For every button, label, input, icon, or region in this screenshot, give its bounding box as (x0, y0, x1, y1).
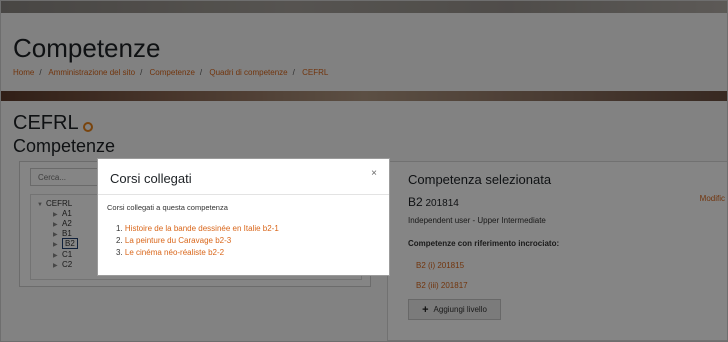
course-link[interactable]: Le cinéma néo-réaliste b2-2 (125, 248, 224, 257)
close-icon[interactable]: × (371, 168, 377, 179)
list-item: 2. La peinture du Caravage b2-3 (116, 235, 279, 247)
list-number: 3. (116, 248, 123, 257)
list-item: 1. Histoire de la bande dessinée en Ital… (116, 223, 279, 235)
course-link[interactable]: La peinture du Caravage b2-3 (125, 236, 231, 245)
list-item: 3. Le cinéma néo-réaliste b2-2 (116, 247, 279, 259)
list-number: 1. (116, 224, 123, 233)
page-frame: Competenze Home / Amministrazione del sit… (0, 0, 728, 342)
dialog-body-text: Corsi collegati a questa competenza (107, 203, 228, 212)
course-list: 1. Histoire de la bande dessinée en Ital… (116, 223, 279, 259)
dialog-title: Corsi collegati (110, 171, 192, 186)
linked-courses-dialog: Corsi collegati × Corsi collegati a ques… (97, 158, 390, 276)
list-number: 2. (116, 236, 123, 245)
dialog-header: Corsi collegati × (98, 159, 389, 195)
course-link[interactable]: Histoire de la bande dessinée en Italie … (125, 224, 279, 233)
